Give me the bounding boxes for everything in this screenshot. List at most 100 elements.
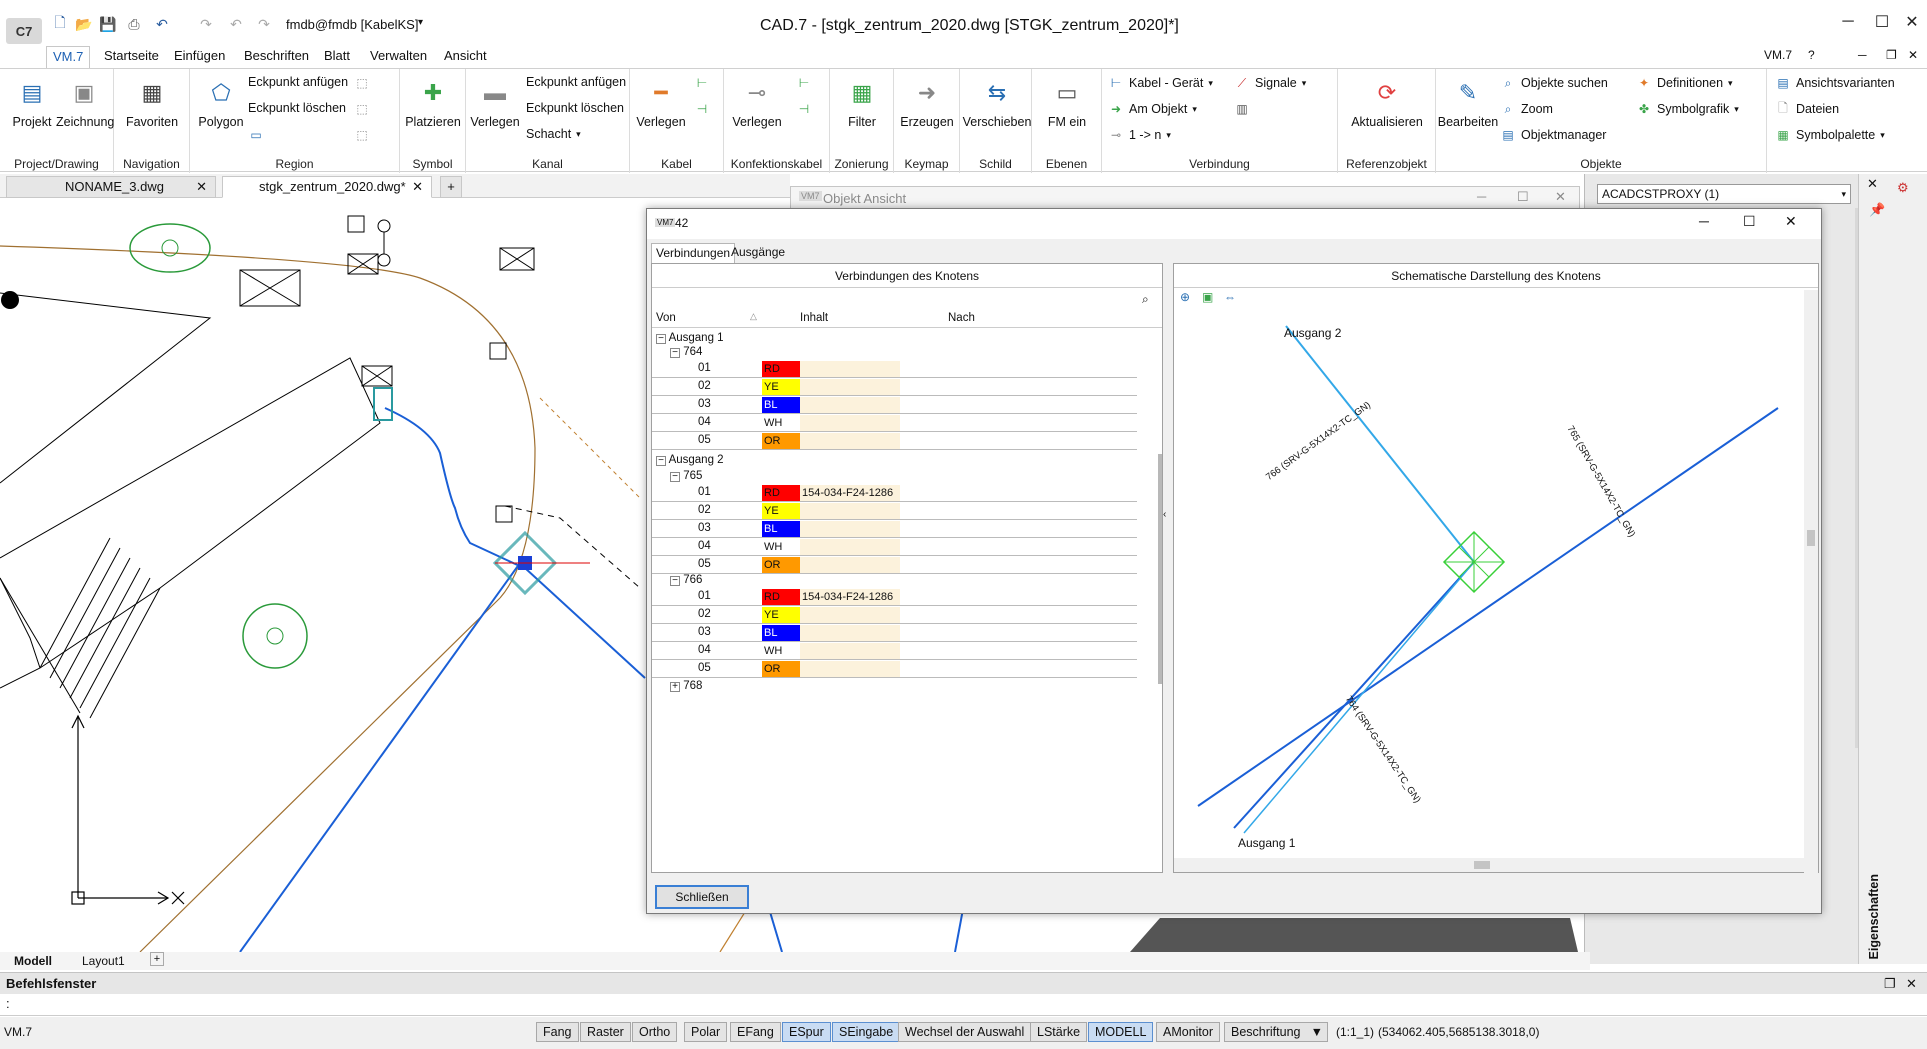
efang-button[interactable]: EFang (730, 1022, 781, 1042)
platzieren-button[interactable]: ✚ Platzieren (404, 77, 462, 129)
wire-row[interactable]: 05 OR (652, 432, 1137, 450)
minimize-icon[interactable]: ─ (1836, 10, 1860, 34)
amonitor-button[interactable]: AMonitor (1156, 1022, 1221, 1042)
expand-icon[interactable]: + (670, 682, 680, 692)
region-tool1-icon[interactable]: ⬚ (354, 75, 370, 91)
new-tab-icon[interactable]: + (440, 176, 462, 198)
wire-row[interactable]: 02 YE (652, 502, 1137, 520)
eckpunkt-loeschen-button[interactable]: Eckpunkt löschen (248, 101, 346, 115)
content-cell[interactable] (800, 415, 900, 431)
minimize-icon[interactable]: ─ (1699, 213, 1709, 229)
collapse-icon[interactable]: − (656, 334, 666, 344)
splitter-arrow-icon[interactable]: ‹ (1163, 509, 1166, 520)
espur-button[interactable]: ESpur (782, 1022, 831, 1042)
print-icon[interactable]: ⎙ (124, 14, 144, 34)
content-cell[interactable]: 154-034-F24-1286 (800, 589, 900, 605)
am-objekt-button[interactable]: ➜ Am Objekt ▾ (1108, 101, 1197, 117)
ribbon-minimize-icon[interactable]: ─ (1858, 48, 1867, 62)
region-tool2-icon[interactable]: ⬚ (354, 101, 370, 117)
verlegen-kanal-button[interactable]: ▬ Verlegen (470, 77, 520, 129)
content-cell[interactable] (800, 557, 900, 573)
wire-row[interactable]: 04 WH (652, 414, 1137, 432)
ribbon-close-icon[interactable]: ✕ (1908, 48, 1918, 62)
h-scroll-thumb[interactable] (1474, 861, 1490, 869)
zoom-in-icon[interactable]: ⊕ (1180, 290, 1190, 304)
objekte-suchen-button[interactable]: ⌕ Objekte suchen (1500, 75, 1608, 91)
definitionen-button[interactable]: ✦ Definitionen ▾ (1636, 75, 1733, 91)
help-icon[interactable]: ? (1808, 48, 1815, 62)
tab-beschriften[interactable]: Beschriften (238, 46, 315, 68)
wire-row[interactable]: 01 RD 154-034-F24-1286 (652, 588, 1137, 606)
content-cell[interactable] (800, 521, 900, 537)
wire-row[interactable]: 01 RD (652, 360, 1137, 378)
col-nach[interactable]: Nach (948, 312, 975, 324)
filter-button[interactable]: ▦ Filter (836, 77, 888, 129)
content-cell[interactable] (800, 397, 900, 413)
pin-icon[interactable]: 📌 (1869, 202, 1885, 218)
tree-node[interactable]: + 768 (652, 678, 1137, 696)
undo-icon[interactable]: ↶ (152, 14, 172, 34)
polygon-button[interactable]: ⬠ Polygon (194, 77, 248, 129)
doc-tab-stgk[interactable]: stgk_zentrum_2020.dwg* ✕ (222, 176, 432, 198)
schema-diagram[interactable] (1174, 308, 1804, 856)
tab-blatt[interactable]: Blatt (318, 46, 356, 68)
modell-button[interactable]: MODELL (1088, 1022, 1154, 1042)
content-cell[interactable] (800, 503, 900, 519)
pan-icon[interactable]: ⇔ (1224, 290, 1236, 304)
content-cell[interactable] (800, 433, 900, 449)
eigenschaften-label[interactable]: Eigenschaften (1867, 874, 1881, 959)
verlegen-kabel-button[interactable]: ━ Verlegen (634, 77, 688, 129)
maximize-icon[interactable]: ☐ (1870, 10, 1894, 34)
wire-row[interactable]: 04 WH (652, 642, 1137, 660)
redo2-icon[interactable]: ↷ (254, 14, 274, 34)
beschriftung-dropdown[interactable]: Beschriftung ▼ (1224, 1022, 1328, 1042)
redo-icon[interactable]: ↷ (196, 14, 216, 34)
dateien-button[interactable]: 🗋 Dateien (1775, 101, 1839, 117)
close-icon[interactable]: ✕ (1900, 10, 1924, 34)
collapse-icon[interactable]: − (670, 576, 680, 586)
close-tab-icon[interactable]: ✕ (412, 177, 423, 197)
fang-button[interactable]: Fang (536, 1022, 579, 1042)
content-cell[interactable]: 154-034-F24-1286 (800, 485, 900, 501)
tab-modell[interactable]: Modell (14, 954, 52, 968)
zoom-extents-icon[interactable]: ▣ (1202, 290, 1213, 304)
lstaerke-button[interactable]: LStärke (1030, 1022, 1088, 1042)
raster-button[interactable]: Raster (580, 1022, 631, 1042)
cable-tool1-icon[interactable]: ⊢ (694, 75, 710, 91)
zoom-button[interactable]: ⌕ Zoom (1500, 101, 1553, 117)
tab-ansicht[interactable]: Ansicht (438, 46, 493, 68)
wire-row[interactable]: 03 BL (652, 520, 1137, 538)
content-cell[interactable] (800, 379, 900, 395)
tab-startseite[interactable]: Startseite (98, 46, 165, 68)
add-layout-icon[interactable]: + (150, 952, 164, 966)
wechsel-auswahl-button[interactable]: Wechsel der Auswahl (898, 1022, 1032, 1042)
seingabe-button[interactable]: SEingabe (832, 1022, 901, 1042)
save-icon[interactable]: 💾 (98, 14, 118, 34)
fm-ein-button[interactable]: ▭ FM ein (1040, 77, 1094, 129)
tab-verwalten[interactable]: Verwalten (364, 46, 433, 68)
col-inhalt[interactable]: Inhalt (800, 312, 828, 324)
open-folder-icon[interactable]: 📂 (74, 14, 94, 34)
content-cell[interactable] (800, 643, 900, 659)
content-cell[interactable] (800, 539, 900, 555)
new-file-icon[interactable]: 🗋 (50, 14, 70, 34)
schacht-button[interactable]: Schacht ▾ (526, 127, 581, 141)
close-tab-icon[interactable]: ✕ (196, 177, 207, 197)
region-extra-button[interactable]: ▭ (248, 127, 264, 143)
wire-row[interactable]: 01 RD 154-034-F24-1286 (652, 484, 1137, 502)
collapse-icon[interactable]: − (670, 348, 680, 358)
wire-row[interactable]: 03 BL (652, 396, 1137, 414)
bearbeiten-button[interactable]: ✎ Bearbeiten (1436, 77, 1500, 129)
collapse-icon[interactable]: − (656, 456, 666, 466)
kabel-geraet-button[interactable]: ⊢ Kabel - Gerät ▾ (1108, 75, 1213, 91)
schliessen-button[interactable]: Schließen (655, 885, 749, 909)
horizontal-scrollbar[interactable] (1174, 858, 1804, 872)
erzeugen-button[interactable]: ➜ Erzeugen (898, 77, 956, 129)
vertical-scrollbar[interactable] (1804, 290, 1818, 874)
objekt-ansicht-window[interactable]: VM7 Objekt Ansicht ─ ☐ ✕ (790, 186, 1580, 210)
ortho-button[interactable]: Ortho (632, 1022, 678, 1042)
content-cell[interactable] (800, 607, 900, 623)
eckpunkt-anfuegen-button[interactable]: Eckpunkt anfügen (248, 75, 348, 89)
search-icon[interactable]: ⌕ (1142, 292, 1149, 307)
wire-row[interactable]: 02 YE (652, 606, 1137, 624)
